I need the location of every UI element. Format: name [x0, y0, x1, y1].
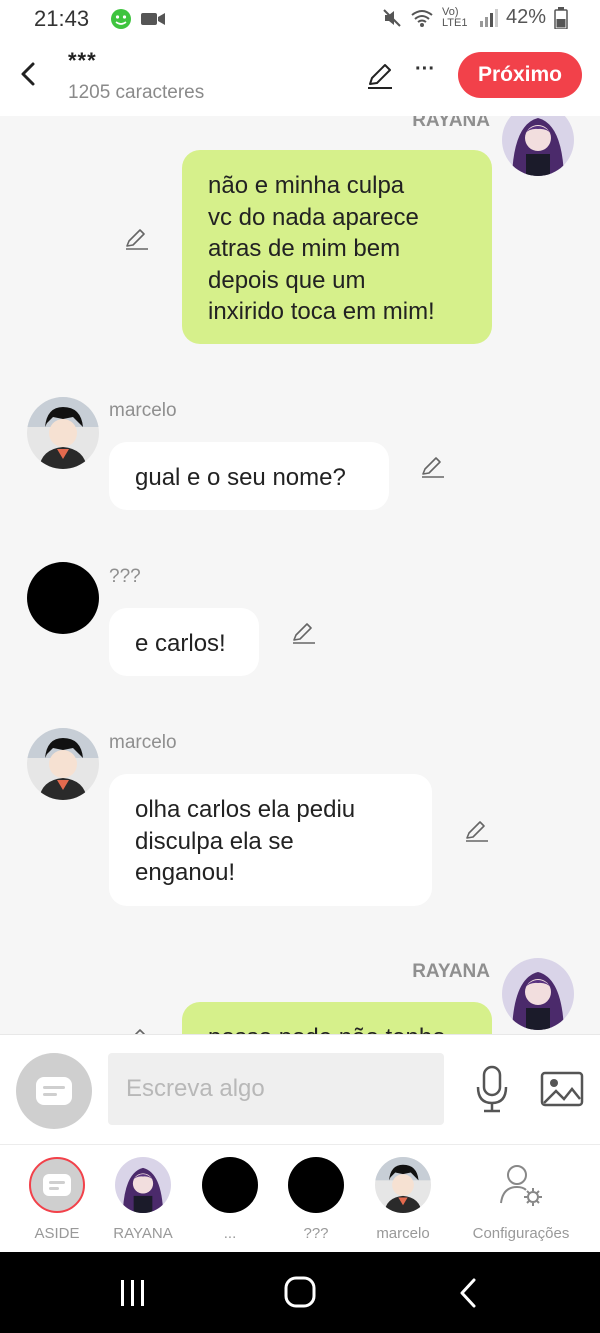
- aside-icon: [29, 1157, 85, 1213]
- message-author: RAYANA: [412, 116, 490, 131]
- character-tabs: ASIDE RAYANA ... ??? marcelo Configuraçõ…: [0, 1144, 600, 1252]
- tab-unknown[interactable]: ???: [271, 1157, 361, 1242]
- avatar-marcelo[interactable]: [27, 397, 99, 469]
- chat-header: *** 1205 caracteres ··· Próximo: [0, 40, 600, 116]
- tab-settings[interactable]: Configurações: [473, 1157, 569, 1242]
- chat-area[interactable]: RAYANA não e minha culpa vc do nada apar…: [0, 116, 600, 1034]
- pencil-icon[interactable]: [124, 1026, 150, 1034]
- network-label: Vo) LTE1: [441, 5, 468, 29]
- pencil-icon[interactable]: [420, 454, 446, 480]
- tab-rayana[interactable]: RAYANA: [98, 1157, 188, 1242]
- avatar-unknown[interactable]: [27, 562, 99, 634]
- home-icon[interactable]: [282, 1274, 318, 1310]
- more-icon[interactable]: ···: [410, 58, 440, 88]
- pencil-icon[interactable]: [124, 226, 150, 252]
- chat-bubble-icon: [36, 1077, 72, 1105]
- chat-title: ***: [68, 48, 97, 73]
- microphone-icon[interactable]: [474, 1065, 510, 1113]
- pencil-icon[interactable]: [291, 620, 317, 646]
- back-nav-icon[interactable]: [454, 1276, 484, 1310]
- message-author: ???: [109, 566, 141, 587]
- character-count: 1205 caracteres: [68, 82, 205, 103]
- avatar-rayana[interactable]: [502, 958, 574, 1030]
- battery-icon: [554, 6, 568, 29]
- signal-icon: [479, 8, 498, 27]
- avatar-dots: [202, 1157, 258, 1213]
- avatar-marcelo: [375, 1157, 431, 1213]
- settings-user-icon: [493, 1157, 549, 1213]
- wifi-icon: [411, 9, 433, 27]
- message-author: RAYANA: [412, 961, 490, 982]
- speaker-select-button[interactable]: [16, 1053, 92, 1129]
- message-author: marcelo: [109, 732, 177, 753]
- message-bubble[interactable]: e carlos!: [109, 608, 259, 676]
- avatar-rayana[interactable]: [502, 116, 574, 176]
- message-bubble[interactable]: olha carlos ela pediu disculpa ela se en…: [109, 774, 432, 906]
- message-author: marcelo: [109, 400, 177, 421]
- status-time: 21:43: [34, 6, 90, 31]
- video-icon: [141, 13, 165, 25]
- pencil-icon[interactable]: [464, 818, 490, 844]
- status-bar: 21:43 Vo) LTE1 42%: [0, 0, 600, 40]
- android-face-icon: [111, 9, 131, 29]
- edit-icon[interactable]: [364, 60, 396, 92]
- tab-dots[interactable]: ...: [185, 1157, 275, 1242]
- avatar-marcelo[interactable]: [27, 728, 99, 800]
- tab-aside[interactable]: ASIDE: [12, 1157, 102, 1242]
- message-input[interactable]: [108, 1053, 444, 1125]
- mute-icon: [383, 8, 401, 27]
- message-bubble[interactable]: gual e o seu nome?: [109, 442, 389, 510]
- message-composer: [0, 1034, 600, 1144]
- system-nav-bar: [0, 1252, 600, 1333]
- avatar-rayana: [115, 1157, 171, 1213]
- message-bubble[interactable]: posso pode não tenho: [182, 1002, 492, 1034]
- tab-marcelo[interactable]: marcelo: [358, 1157, 448, 1242]
- message-bubble[interactable]: não e minha culpa vc do nada aparece atr…: [182, 150, 492, 344]
- battery-percent: 42%: [505, 6, 546, 28]
- avatar-unknown: [288, 1157, 344, 1213]
- next-button[interactable]: Próximo: [458, 52, 582, 98]
- back-arrow-icon[interactable]: [14, 58, 42, 90]
- recents-icon[interactable]: [116, 1276, 150, 1310]
- image-icon[interactable]: [540, 1069, 584, 1109]
